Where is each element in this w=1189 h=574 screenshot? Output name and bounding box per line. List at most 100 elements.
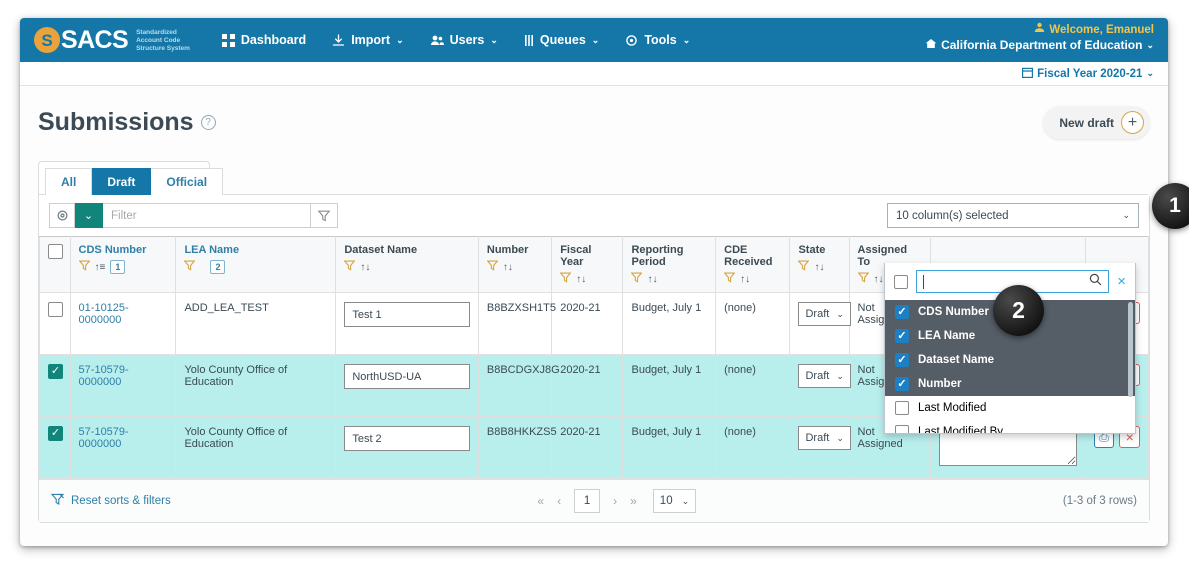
- dataset-name-input[interactable]: [344, 364, 470, 389]
- nav-item-dashboard[interactable]: Dashboard: [222, 33, 306, 47]
- state-select[interactable]: Draft ⌄: [798, 364, 850, 388]
- column-select-label: 10 column(s) selected: [896, 210, 1009, 222]
- next-page-button[interactable]: ›: [613, 494, 617, 508]
- nav-item-tools[interactable]: Tools ⌄: [625, 33, 690, 47]
- last-page-button[interactable]: »: [630, 494, 637, 508]
- nav-item-import[interactable]: Import ⌄: [332, 33, 403, 47]
- state-select-value: Draft: [805, 308, 829, 320]
- column-option-dataset-name[interactable]: ✓ Dataset Name: [885, 348, 1135, 372]
- cell-state: Draft ⌄: [790, 293, 849, 355]
- select-all-checkbox[interactable]: [48, 244, 63, 259]
- column-option-label: Number: [918, 378, 961, 390]
- cell-fiscal-year: 2020-21: [552, 355, 623, 417]
- header-lea-name-tools: 2: [184, 260, 327, 274]
- funnel-icon[interactable]: [858, 272, 869, 286]
- dropdown-scrollbar[interactable]: [1128, 302, 1133, 397]
- checkbox-icon[interactable]: [895, 425, 909, 433]
- funnel-icon[interactable]: [344, 260, 355, 274]
- previous-page-button[interactable]: ‹: [557, 494, 561, 508]
- sort-ascending-icon[interactable]: ↑≡: [95, 262, 106, 273]
- page-size-select[interactable]: 10 ⌄: [653, 489, 696, 513]
- dataset-name-input[interactable]: [344, 302, 470, 327]
- org-selector[interactable]: California Department of Education ⌄: [925, 38, 1154, 53]
- page-title-text: Submissions: [38, 108, 194, 137]
- sort-toggle-icon[interactable]: ↑↓: [503, 262, 513, 273]
- search-icon[interactable]: [1089, 273, 1102, 291]
- tab-official[interactable]: Official: [151, 168, 223, 195]
- close-icon[interactable]: ×: [1117, 273, 1126, 290]
- nav-item-tools-label: Tools: [644, 33, 676, 47]
- row-select-cell: [40, 293, 71, 355]
- row-checkbox[interactable]: ✓: [48, 426, 63, 441]
- checkbox-checked-icon[interactable]: ✓: [895, 329, 909, 343]
- checkbox-checked-icon[interactable]: ✓: [895, 305, 909, 319]
- brand-logo[interactable]: S SACS Standardized Account Code Structu…: [34, 26, 190, 55]
- org-name: California Department of Education: [941, 38, 1142, 53]
- row-checkbox[interactable]: [48, 302, 63, 317]
- table-footer: Reset sorts & filters « ‹ 1 › » 10 ⌄ (1-…: [39, 479, 1149, 522]
- sort-toggle-icon[interactable]: ↑↓: [874, 274, 884, 285]
- cell-number: B8BCDGXJ8G: [478, 355, 551, 417]
- sort-toggle-icon[interactable]: ↑↓: [360, 262, 370, 273]
- first-page-button[interactable]: «: [537, 494, 544, 508]
- header-lea-name[interactable]: LEA Name 2: [176, 237, 336, 293]
- chevron-down-icon: ⌄: [396, 35, 404, 46]
- nav-item-queues[interactable]: Queues ⌄: [524, 33, 599, 47]
- tab-draft[interactable]: Draft: [92, 168, 151, 195]
- nav-item-users[interactable]: Users ⌄: [430, 33, 498, 47]
- new-draft-button[interactable]: New draft +: [1043, 106, 1150, 139]
- header-dataset-name[interactable]: Dataset Name ↑↓: [336, 237, 479, 293]
- state-select-value: Draft: [805, 370, 829, 382]
- funnel-icon[interactable]: [631, 272, 642, 286]
- header-cde-received[interactable]: CDE Received ↑↓: [716, 237, 790, 293]
- brand-subtitle-line1: Standardized: [136, 29, 190, 37]
- checkbox-icon[interactable]: [895, 401, 909, 415]
- column-option-number[interactable]: ✓ Number: [885, 372, 1135, 396]
- nav-items: Dashboard Import ⌄ Users ⌄: [222, 33, 690, 47]
- cell-lea-name: Yolo County Office of Education: [176, 355, 336, 417]
- header-reporting-period[interactable]: Reporting Period ↑↓: [623, 237, 716, 293]
- reset-sorts-filters-button[interactable]: Reset sorts & filters: [51, 493, 171, 509]
- funnel-icon[interactable]: [184, 260, 195, 274]
- sort-toggle-icon[interactable]: ↑↓: [740, 274, 750, 285]
- funnel-icon[interactable]: [487, 260, 498, 274]
- header-number[interactable]: Number ↑↓: [478, 237, 551, 293]
- welcome-message[interactable]: Welcome, Emanuel: [925, 22, 1154, 38]
- state-select[interactable]: Draft ⌄: [798, 302, 850, 326]
- fiscal-year-selector[interactable]: Fiscal Year 2020-21 ⌄: [1022, 67, 1154, 81]
- filter-input[interactable]: [103, 203, 311, 228]
- sort-toggle-icon[interactable]: ↑↓: [576, 274, 586, 285]
- tab-all[interactable]: All: [45, 168, 92, 195]
- funnel-icon[interactable]: [798, 260, 809, 274]
- cell-cds-number[interactable]: 01-10125-0000000: [70, 293, 176, 355]
- checkbox-checked-icon[interactable]: ✓: [895, 377, 909, 391]
- funnel-icon[interactable]: [79, 260, 90, 274]
- cell-state: Draft ⌄: [790, 417, 849, 479]
- chevron-down-icon: ⌄: [1146, 68, 1154, 79]
- filter-dropdown-toggle[interactable]: ⌄: [75, 203, 103, 228]
- cell-cds-number[interactable]: 57-10579-0000000: [70, 417, 176, 479]
- dataset-name-input[interactable]: [344, 426, 470, 451]
- select-all-columns-checkbox[interactable]: [894, 275, 908, 289]
- funnel-icon[interactable]: [560, 272, 571, 286]
- header-cds-number[interactable]: CDS Number ↑≡ 1: [70, 237, 176, 293]
- checkbox-checked-icon[interactable]: ✓: [895, 353, 909, 367]
- top-navigation-bar: S SACS Standardized Account Code Structu…: [20, 18, 1168, 62]
- gear-icon[interactable]: [49, 203, 75, 228]
- screenshot-root: S SACS Standardized Account Code Structu…: [0, 0, 1189, 574]
- column-select-dropdown[interactable]: 10 column(s) selected ⌄: [887, 203, 1139, 228]
- state-select[interactable]: Draft ⌄: [798, 426, 850, 450]
- header-state[interactable]: State ↑↓: [790, 237, 849, 293]
- sort-toggle-icon[interactable]: ↑↓: [814, 262, 824, 273]
- header-fiscal-year[interactable]: Fiscal Year ↑↓: [552, 237, 623, 293]
- gear-icon: [625, 34, 638, 47]
- funnel-icon[interactable]: [311, 203, 338, 228]
- column-option-last-modified-by[interactable]: Last Modified By: [885, 420, 1135, 433]
- funnel-icon[interactable]: [724, 272, 735, 286]
- sort-toggle-icon[interactable]: ↑↓: [647, 274, 657, 285]
- question-mark-icon[interactable]: ?: [201, 115, 216, 130]
- row-checkbox[interactable]: ✓: [48, 364, 63, 379]
- current-page-input[interactable]: 1: [574, 489, 600, 513]
- cell-cds-number[interactable]: 57-10579-0000000: [70, 355, 176, 417]
- column-option-last-modified[interactable]: Last Modified: [885, 396, 1135, 420]
